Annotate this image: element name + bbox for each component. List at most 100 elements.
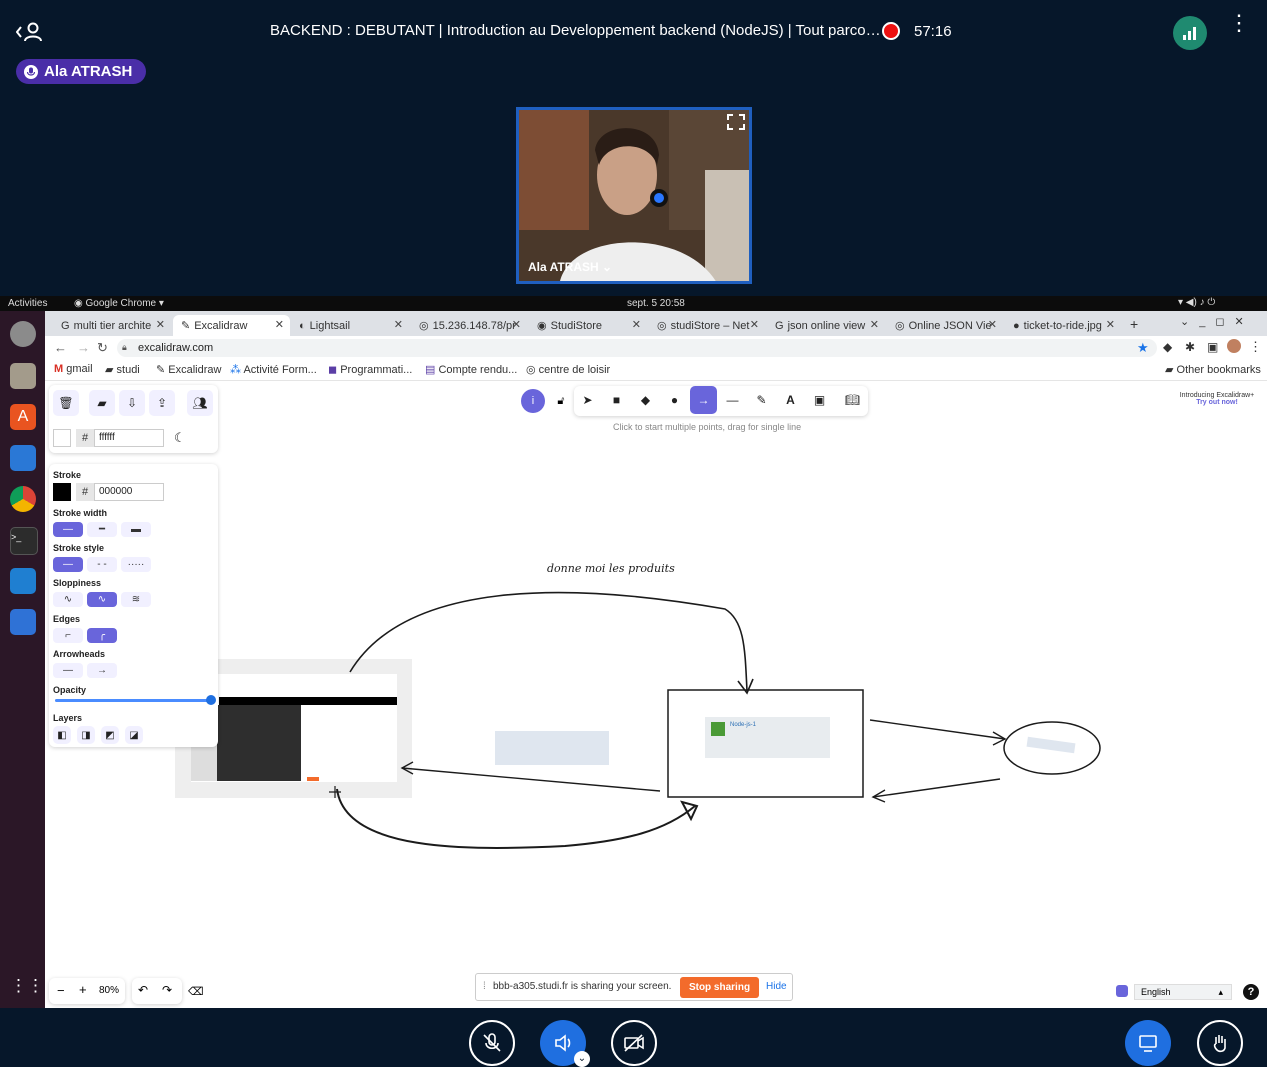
sloppiness-architect[interactable]: ∿: [53, 592, 83, 607]
recording-icon[interactable]: [882, 22, 900, 40]
close-tab-icon[interactable]: ✕: [632, 318, 641, 331]
browser-menu-icon[interactable]: ⋮: [1249, 339, 1262, 355]
address-bar[interactable]: 🔒︎ excalidraw.com: [117, 339, 1157, 357]
edges-sharp[interactable]: ⌐: [53, 628, 83, 643]
shield-icon[interactable]: [1116, 985, 1128, 997]
library-icon[interactable]: 📖︎: [839, 386, 866, 414]
new-tab-icon[interactable]: +: [1130, 316, 1138, 332]
audio-options-chevron-icon[interactable]: ⌄: [574, 1051, 590, 1067]
bookmark-centre-loisir[interactable]: ◎ centre de loisir: [526, 363, 610, 376]
browser-tab[interactable]: ● ticket-to-ride.jpg ✕: [1005, 315, 1121, 336]
close-tab-icon[interactable]: ✕: [988, 318, 997, 331]
arrowhead-end[interactable]: →: [87, 663, 117, 678]
activities-button[interactable]: Activities: [8, 298, 47, 309]
connection-status-icon[interactable]: [1173, 16, 1207, 50]
bookmark-programmation[interactable]: ◼ Programmati...: [328, 363, 412, 376]
zoom-in-icon[interactable]: +: [79, 982, 87, 997]
clear-canvas-icon[interactable]: 🗑︎: [53, 390, 79, 416]
talking-indicator[interactable]: Ala ATRASH: [16, 59, 147, 84]
close-tab-icon[interactable]: ✕: [512, 318, 521, 331]
screenshot-icon[interactable]: [10, 609, 36, 635]
rectangle-tool-icon[interactable]: ■: [603, 386, 630, 414]
opacity-slider[interactable]: [55, 695, 216, 705]
terminal-icon[interactable]: >_: [10, 527, 38, 555]
writer-icon[interactable]: [10, 445, 36, 471]
browser-tab[interactable]: ◐ Lightsail ✕: [291, 315, 409, 336]
eraser-icon[interactable]: ⌫: [188, 985, 204, 998]
stroke-style-dotted[interactable]: ·····: [121, 557, 151, 572]
zoom-level[interactable]: 80%: [99, 985, 119, 996]
browser-tab[interactable]: ◎ 15.236.148.78/pr ✕: [411, 315, 527, 336]
dark-mode-icon[interactable]: ☾: [174, 430, 186, 446]
close-tab-icon[interactable]: ✕: [156, 318, 165, 331]
drawing-layer[interactable]: [45, 381, 1267, 1008]
sloppiness-cartoonist[interactable]: ≋: [121, 592, 151, 607]
open-icon[interactable]: ▰: [89, 390, 115, 416]
image-tool-icon[interactable]: ▣: [806, 386, 833, 414]
close-tab-icon[interactable]: ✕: [275, 318, 284, 331]
diamond-tool-icon[interactable]: ◆: [632, 386, 659, 414]
close-tab-icon[interactable]: ✕: [1106, 318, 1115, 331]
send-to-back-icon[interactable]: ◧: [53, 726, 71, 744]
webcam-video[interactable]: [516, 107, 752, 284]
drag-handle-icon[interactable]: ⁞: [483, 981, 486, 992]
language-select[interactable]: English ▴: [1134, 984, 1232, 1000]
opacity-slider-thumb[interactable]: [206, 695, 216, 705]
browser-tab[interactable]: ◉ StudiStore ✕: [529, 315, 647, 336]
other-bookmarks[interactable]: ▰ Other bookmarks: [1165, 363, 1261, 376]
close-tab-icon[interactable]: ✕: [750, 318, 759, 331]
forward-icon[interactable]: →: [77, 340, 90, 355]
stroke-width-thin[interactable]: —: [53, 522, 83, 537]
bring-forward-icon[interactable]: ◩: [101, 726, 119, 744]
selection-tool-icon[interactable]: ➤: [574, 386, 601, 414]
chrome-icon[interactable]: [10, 486, 36, 512]
drawing-text-label[interactable]: donne moi les produits: [547, 562, 675, 575]
text-tool-icon[interactable]: A: [777, 386, 804, 414]
share-webcam-button[interactable]: [611, 1020, 657, 1066]
browser-tab[interactable]: ◎ Online JSON Vie ✕: [887, 315, 1003, 336]
app-grid-icon[interactable]: ⋮⋮: [10, 973, 44, 999]
browser-tab[interactable]: Gmulti tier archite ✕: [53, 315, 171, 336]
excalidraw-canvas[interactable]: donne moi les produits Node-js-1 🗑︎ ▰ ⇩ …: [45, 381, 1267, 1008]
fullscreen-icon[interactable]: [726, 113, 746, 131]
mute-microphone-button[interactable]: [469, 1020, 515, 1066]
stroke-color-swatch[interactable]: [53, 483, 71, 501]
send-backward-icon[interactable]: ◨: [77, 726, 95, 744]
pencil-tool-icon[interactable]: ✎: [748, 386, 775, 414]
close-tab-icon[interactable]: ✕: [870, 318, 879, 331]
software-icon[interactable]: A: [10, 404, 36, 430]
export-icon[interactable]: ⇪: [149, 390, 175, 416]
bring-to-front-icon[interactable]: ◪: [125, 726, 143, 744]
library-lock-icon[interactable]: i: [521, 389, 545, 413]
background-color-input[interactable]: ffffff: [94, 429, 164, 447]
close-tab-icon[interactable]: ✕: [394, 318, 403, 331]
bookmark-compte-rendu[interactable]: ▤ Compte rendu...: [425, 363, 517, 376]
edges-round[interactable]: ╭: [87, 628, 117, 643]
lock-tool-icon[interactable]: 🔓︎: [549, 389, 573, 413]
stroke-width-bold[interactable]: ━: [87, 522, 117, 537]
extension-icon[interactable]: ◆: [1163, 340, 1172, 354]
user-list-toggle-icon[interactable]: [15, 22, 44, 42]
promo-link[interactable]: Try out now!: [1175, 399, 1259, 406]
collaborate-icon[interactable]: 👥︎: [187, 390, 213, 416]
settings-icon[interactable]: [10, 321, 36, 347]
system-clock[interactable]: sept. 5 20:58: [627, 298, 685, 309]
arrow-tool-icon[interactable]: →: [690, 386, 717, 414]
bookmark-excalidraw[interactable]: ✎ Excalidraw: [156, 363, 221, 376]
stroke-style-dashed[interactable]: - -: [87, 557, 117, 572]
bookmark-activite[interactable]: ⁂ Activité Form...: [230, 363, 317, 376]
back-icon[interactable]: ←: [54, 340, 67, 355]
vscode-icon[interactable]: [10, 568, 36, 594]
window-controls-icon[interactable]: ⌄_◻✕: [1180, 315, 1254, 328]
ellipse-tool-icon[interactable]: ●: [661, 386, 688, 414]
stop-sharing-button[interactable]: Stop sharing: [680, 977, 759, 998]
hide-button[interactable]: Hide: [766, 981, 787, 992]
stroke-style-solid[interactable]: —: [53, 557, 83, 572]
browser-tab[interactable]: ◎ studiStore – Net ✕: [649, 315, 765, 336]
sidepanel-icon[interactable]: ▣: [1207, 340, 1218, 354]
arrowhead-start[interactable]: —: [53, 663, 83, 678]
bookmark-studi[interactable]: ▰ studi: [105, 363, 140, 376]
webcam-user-name[interactable]: Ala ATRASH ⌄: [528, 260, 612, 274]
files-icon[interactable]: [10, 363, 36, 389]
system-tray-icons[interactable]: ▾ ◀) ♪ ⏻: [1178, 297, 1215, 308]
